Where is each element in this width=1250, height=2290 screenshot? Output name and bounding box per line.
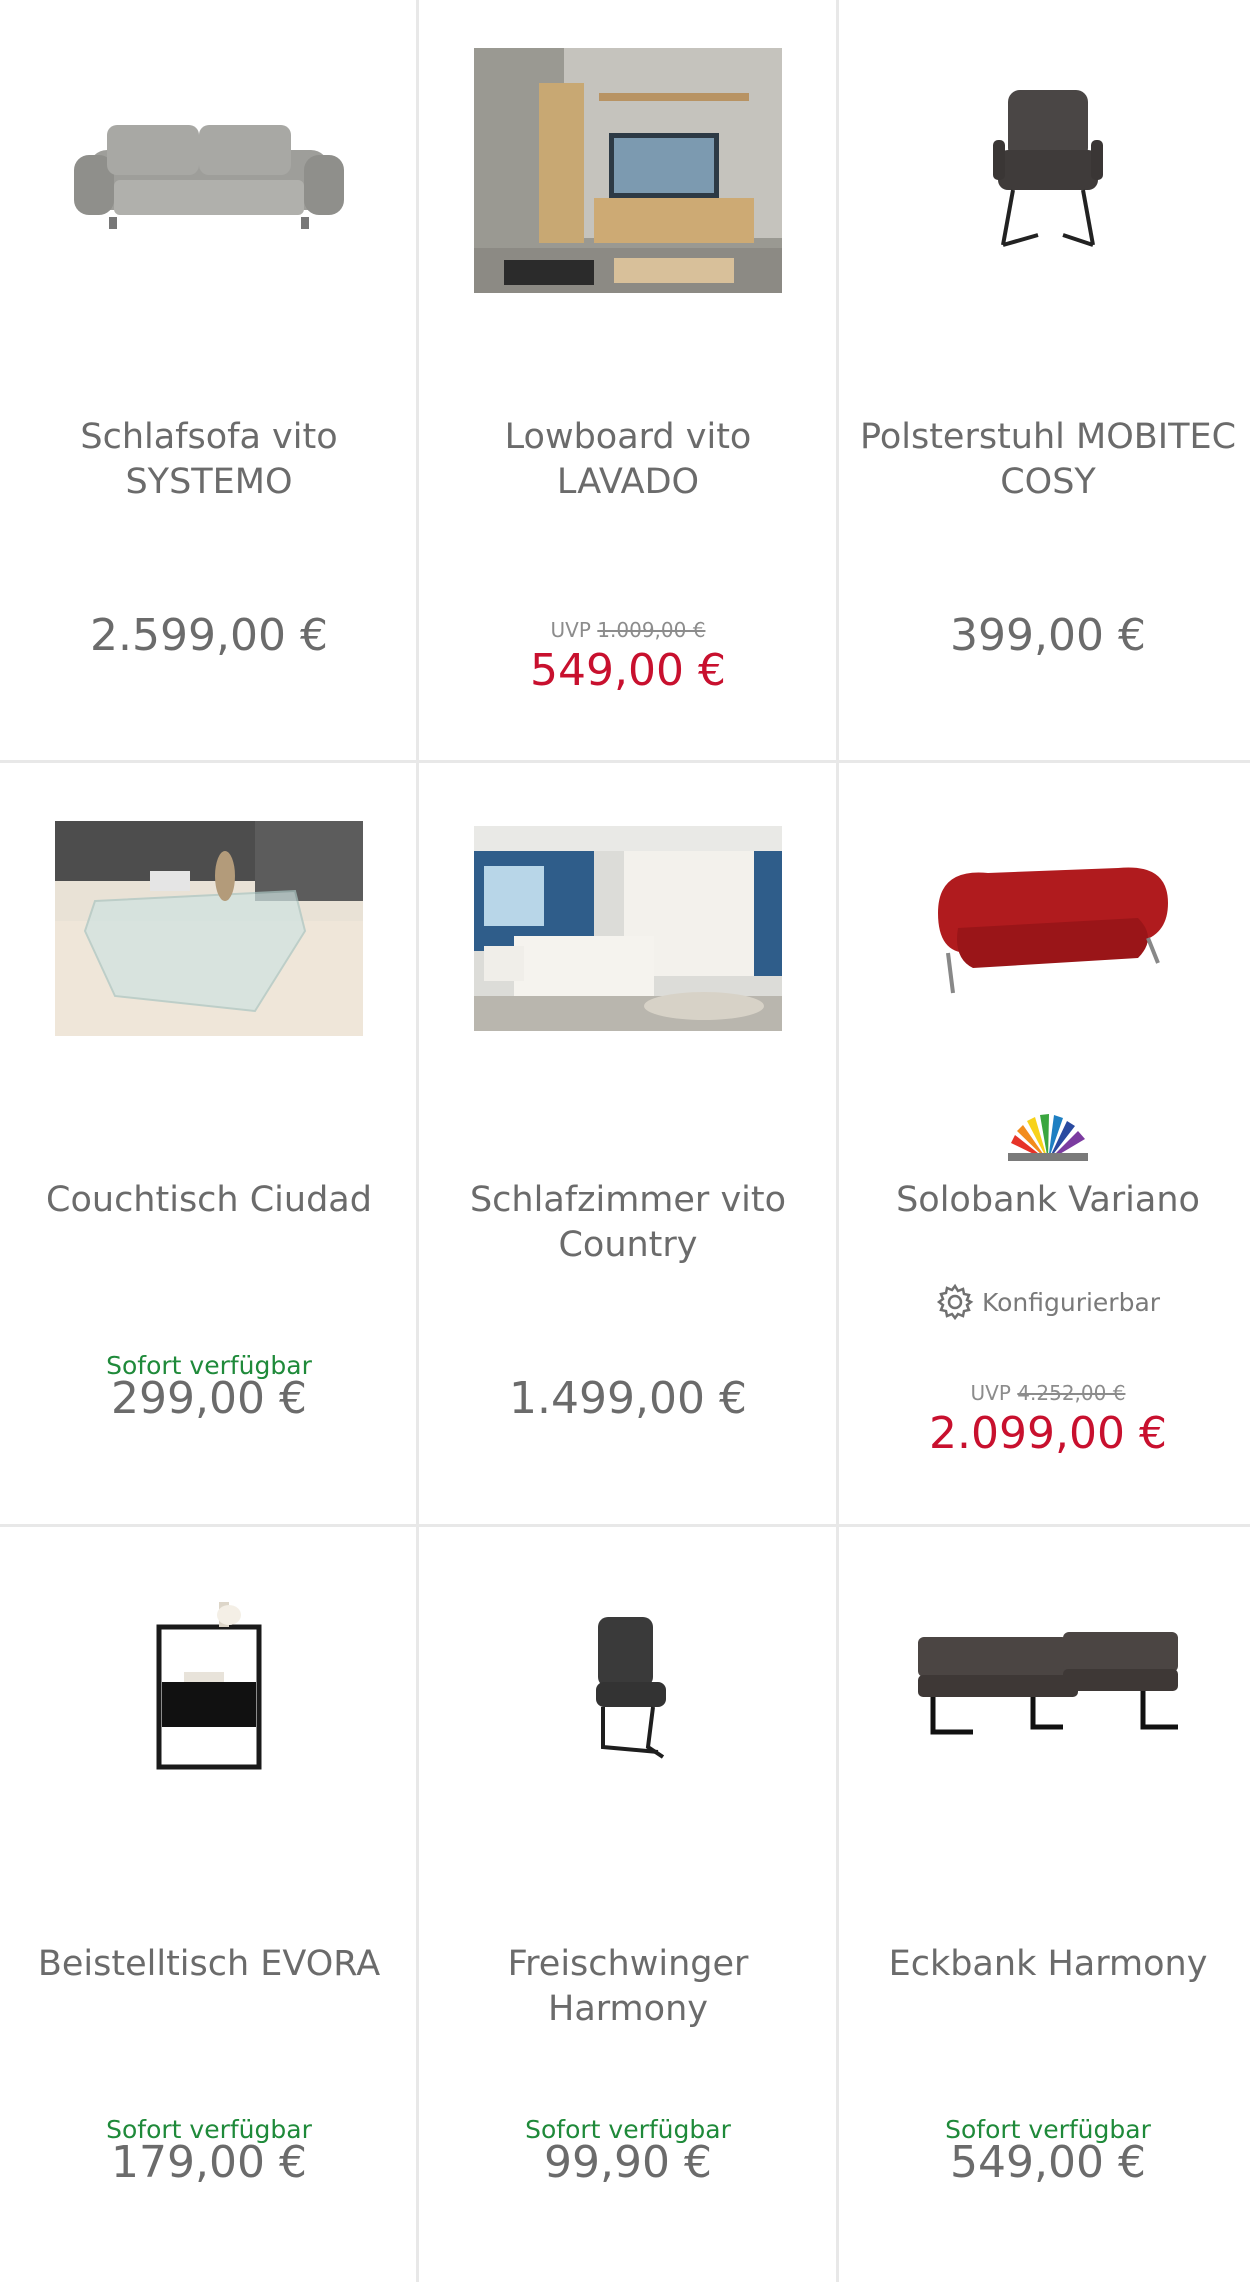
product-image[interactable] <box>839 0 1250 340</box>
uvp-price: UVP 4.252,00 € <box>839 1381 1250 1405</box>
product-name[interactable]: Couchtisch Ciudad <box>20 1178 398 1223</box>
product-image[interactable] <box>419 1517 837 1857</box>
product-image[interactable] <box>0 758 418 1098</box>
uvp-value: 1.009,00 € <box>597 618 706 642</box>
configurable-badge[interactable]: Konfigurierbar <box>839 1283 1250 1321</box>
side-table-image <box>156 1602 262 1770</box>
bedroom-image <box>474 825 782 1031</box>
product-name[interactable]: Freischwinger Harmony <box>439 1942 817 2032</box>
sale-price: 2.099,00 € <box>929 1408 1167 1459</box>
product-tile-polsterstuhl[interactable]: Polsterstuhl MOBITEC COSY 399,00 € <box>839 0 1250 763</box>
uvp-price: UVP 1.009,00 € <box>419 618 837 642</box>
product-name[interactable]: Schlafsofa vito SYSTEMO <box>20 415 398 505</box>
product-grid: Schlafsofa vito SYSTEMO 2.599,00 € Lowbo… <box>0 0 1250 2282</box>
product-price: 2.599,00 € <box>90 610 328 661</box>
product-tile-freischwinger[interactable]: Freischwinger Harmony Sofort verfügbar 9… <box>419 1527 837 2290</box>
sofa-image <box>74 125 344 229</box>
product-image[interactable] <box>839 1517 1250 1857</box>
lowboard-image <box>474 47 782 293</box>
product-tile-beistelltisch[interactable]: Beistelltisch EVORA Sofort verfügbar 179… <box>0 1527 418 2290</box>
color-swatch-icon <box>1008 1114 1088 1161</box>
product-tile-solobank[interactable]: Solobank Variano Konfigurierbar UVP 4.25… <box>839 763 1250 1526</box>
product-name[interactable]: Schlafzimmer vito Country <box>439 1178 817 1268</box>
uvp-value: 4.252,00 € <box>1017 1381 1126 1405</box>
product-tile-schlafsofa[interactable]: Schlafsofa vito SYSTEMO 2.599,00 € <box>0 0 418 763</box>
product-tile-schlafzimmer[interactable]: Schlafzimmer vito Country 1.499,00 € <box>419 763 837 1526</box>
product-image[interactable] <box>0 1517 418 1857</box>
configurable-label: Konfigurierbar <box>981 1287 1161 1317</box>
cantilever-chair-image <box>596 1617 666 1759</box>
chair-image <box>993 90 1103 247</box>
product-image[interactable] <box>419 0 837 340</box>
product-image[interactable] <box>0 0 418 340</box>
coffee-table-image <box>55 820 363 1036</box>
product-name[interactable]: Eckbank Harmony <box>859 1942 1237 1987</box>
product-price: 299,00 € <box>111 1373 307 1424</box>
product-tile-couchtisch[interactable]: Couchtisch Ciudad Sofort verfügbar 299,0… <box>0 763 418 1526</box>
uvp-label: UVP <box>970 1381 1011 1405</box>
product-name[interactable]: Lowboard vito LAVADO <box>439 415 817 505</box>
product-name[interactable]: Solobank Variano <box>859 1178 1237 1223</box>
product-price: 549,00 € <box>950 2137 1146 2188</box>
corner-bench-image <box>918 1632 1178 1735</box>
product-image[interactable] <box>419 758 837 1098</box>
product-price: 399,00 € <box>950 610 1146 661</box>
product-tile-lowboard[interactable]: Lowboard vito LAVADO UVP 1.009,00 € 549,… <box>419 0 837 763</box>
product-name[interactable]: Polsterstuhl MOBITEC COSY <box>859 415 1237 505</box>
color-swatch <box>839 1113 1250 1163</box>
product-tile-eckbank[interactable]: Eckbank Harmony Sofort verfügbar 549,00 … <box>839 1527 1250 2290</box>
sale-price: 549,00 € <box>530 645 726 696</box>
gear-icon <box>936 1283 974 1321</box>
product-price: 99,90 € <box>544 2137 712 2188</box>
product-price: 179,00 € <box>111 2137 307 2188</box>
red-bench-image <box>938 867 1168 994</box>
product-image[interactable] <box>839 753 1250 1093</box>
product-name[interactable]: Beistelltisch EVORA <box>20 1942 398 1987</box>
product-price: 1.499,00 € <box>509 1373 747 1424</box>
uvp-label: UVP <box>550 618 591 642</box>
